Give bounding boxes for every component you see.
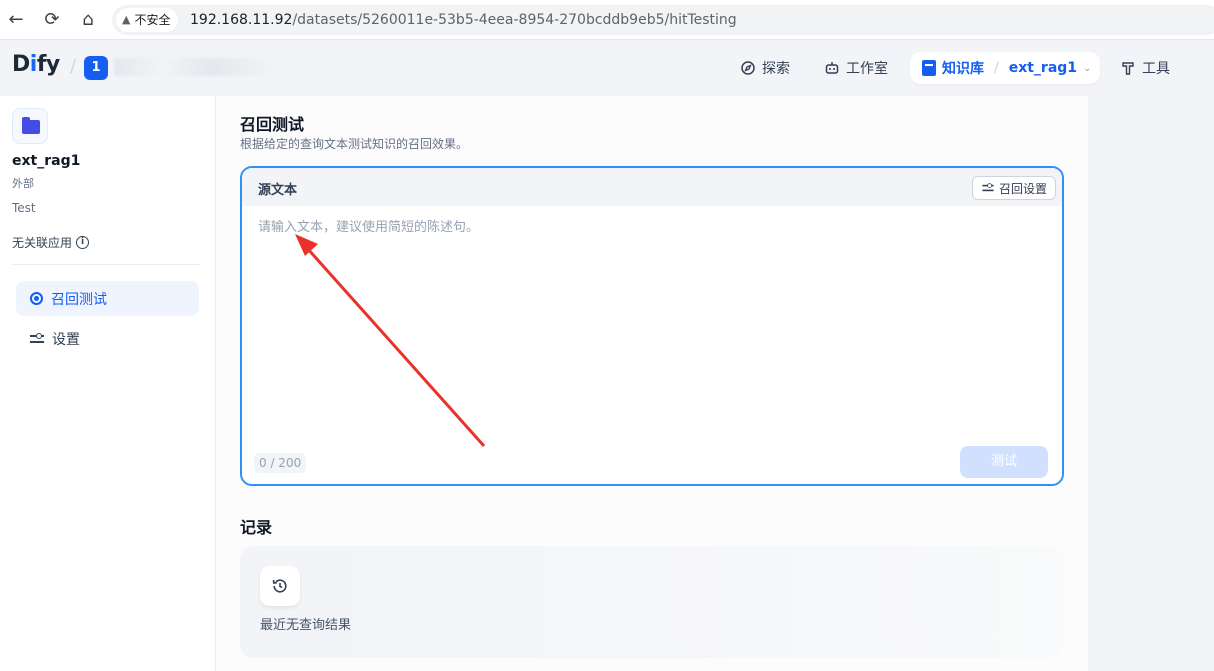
chevron-down-icon[interactable]: ⌄ bbox=[1083, 63, 1091, 74]
nav-studio[interactable]: 工作室 bbox=[824, 52, 888, 84]
folder-icon bbox=[22, 117, 40, 134]
history-icon bbox=[272, 579, 287, 593]
char-counter: 0 / 200 bbox=[254, 453, 307, 473]
logo-i: i bbox=[29, 52, 38, 77]
dataset-sidebar: ext_rag1 外部 Test 无关联应用 i 召回测试 设置 bbox=[0, 96, 216, 671]
breadcrumb-separator: / bbox=[994, 60, 999, 76]
records-empty-state: 最近无查询结果 bbox=[240, 546, 1064, 658]
no-results-text: 最近无查询结果 bbox=[260, 618, 352, 633]
robot-icon bbox=[824, 60, 840, 76]
reload-icon[interactable]: ⟳ bbox=[40, 8, 64, 32]
query-textarea[interactable] bbox=[242, 206, 1062, 436]
warning-icon: ▲ bbox=[122, 13, 131, 26]
page-title: 召回测试 bbox=[240, 115, 305, 134]
retrieval-settings-button[interactable]: 召回设置 bbox=[971, 176, 1056, 200]
book-icon bbox=[922, 60, 936, 76]
logo-d: D bbox=[12, 52, 30, 77]
sidebar-item-label: 设置 bbox=[52, 331, 80, 348]
security-chip[interactable]: ▲ 不安全 bbox=[116, 8, 179, 32]
workspace-name-blurred[interactable] bbox=[114, 58, 276, 76]
info-icon[interactable]: i bbox=[76, 236, 90, 249]
query-header: 源文本 召回设置 bbox=[242, 168, 1062, 206]
nav-explore-label: 探索 bbox=[762, 61, 790, 77]
page-subtitle: 根据给定的查询文本测试知识的召回效果。 bbox=[240, 137, 469, 151]
dataset-name: ext_rag1 bbox=[12, 153, 81, 169]
address-bar[interactable]: ▲ 不安全 192.168.11.92/datasets/5260011e-53… bbox=[112, 5, 1214, 35]
sidebar-divider bbox=[12, 264, 200, 265]
workspace-avatar[interactable]: 1 bbox=[84, 56, 108, 80]
compass-icon bbox=[740, 60, 756, 76]
nav-explore[interactable]: 探索 bbox=[740, 52, 790, 84]
settings-icon bbox=[982, 183, 994, 193]
header-separator: / bbox=[70, 56, 77, 77]
nav-knowledge-label: 知识库 bbox=[942, 61, 984, 77]
url-text[interactable]: 192.168.11.92/datasets/5260011e-53b5-4ee… bbox=[190, 5, 737, 35]
nav-tools-label: 工具 bbox=[1142, 61, 1170, 77]
main-panel: 召回测试 根据给定的查询文本测试知识的召回效果。 源文本 召回设置 0 / 20… bbox=[216, 96, 1088, 671]
sidebar-item-settings[interactable]: 设置 bbox=[16, 321, 199, 356]
home-icon[interactable]: ⌂ bbox=[76, 8, 100, 32]
dataset-type: 外部 bbox=[12, 177, 34, 190]
linked-apps-label: 无关联应用 bbox=[12, 236, 73, 250]
query-card: 源文本 召回设置 0 / 200 测试 bbox=[240, 166, 1064, 486]
records-title: 记录 bbox=[240, 518, 273, 537]
target-icon bbox=[30, 292, 43, 305]
browser-toolbar: ← ⟳ ⌂ ▲ 不安全 192.168.11.92/datasets/52600… bbox=[0, 0, 1214, 40]
sidebar-item-hit-testing[interactable]: 召回测试 bbox=[16, 281, 199, 316]
dataset-avatar bbox=[12, 108, 48, 144]
right-panel bbox=[1088, 108, 1214, 671]
sidebar-item-label: 召回测试 bbox=[51, 291, 107, 308]
retrieval-settings-label: 召回设置 bbox=[998, 181, 1047, 196]
security-label: 不安全 bbox=[134, 13, 171, 27]
app-header: Dify / 1 探索 工作室 知识库 / ext_rag1 ⌄ 工具 bbox=[0, 40, 1214, 96]
history-tile bbox=[260, 566, 300, 606]
linked-apps: 无关联应用 i bbox=[12, 234, 90, 251]
url-path: /datasets/5260011e-53b5-4eea-8954-270bcd… bbox=[292, 12, 737, 28]
logo-fy: fy bbox=[36, 52, 60, 77]
back-icon[interactable]: ← bbox=[4, 8, 28, 32]
nav-tools[interactable]: 工具 bbox=[1120, 52, 1170, 84]
dataset-selector[interactable]: ext_rag1 bbox=[1009, 60, 1077, 76]
dataset-description: Test bbox=[12, 201, 36, 215]
dify-logo[interactable]: Dify bbox=[12, 52, 60, 77]
hammer-icon bbox=[1120, 60, 1136, 76]
nav-studio-label: 工作室 bbox=[846, 61, 888, 77]
nav-knowledge[interactable]: 知识库 / ext_rag1 ⌄ bbox=[910, 52, 1100, 84]
settings-icon bbox=[30, 332, 44, 345]
source-text-label: 源文本 bbox=[258, 183, 298, 198]
test-button[interactable]: 测试 bbox=[960, 446, 1048, 478]
url-host: 192.168.11.92 bbox=[190, 12, 293, 28]
